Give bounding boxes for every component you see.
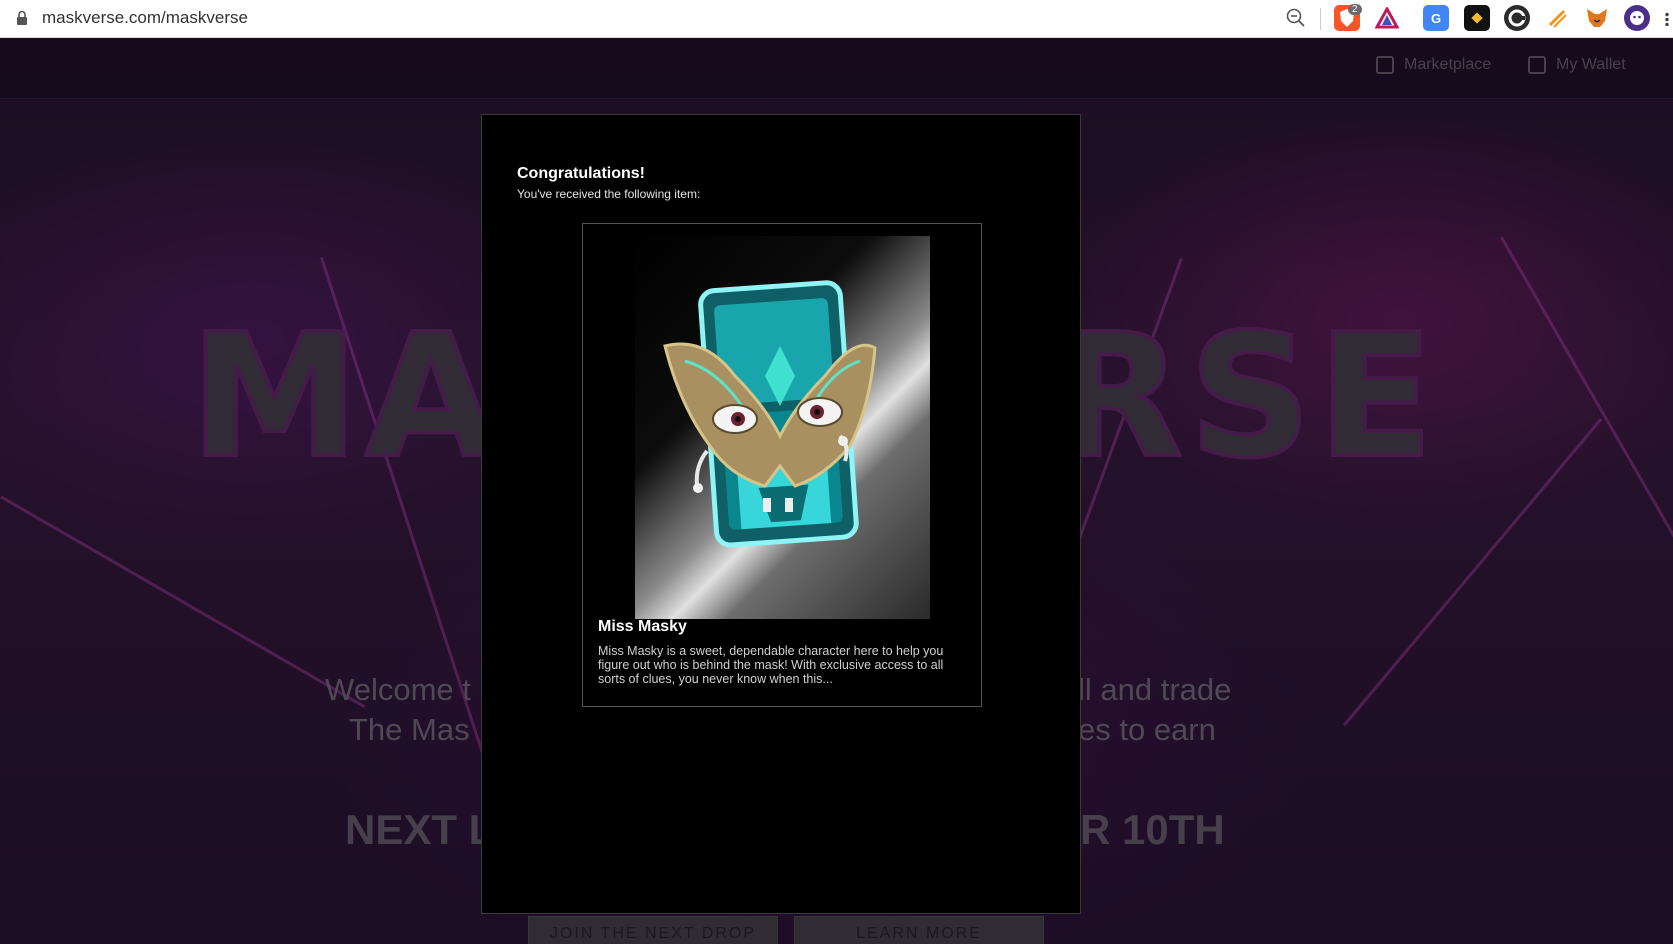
lightning-extension-icon[interactable] — [1544, 5, 1570, 31]
zoom-icon[interactable] — [1284, 6, 1308, 30]
item-card[interactable]: Miss Masky Miss Masky is a sweet, depend… — [582, 223, 982, 707]
translate-icon[interactable]: G — [1423, 5, 1449, 31]
toolbar-separator — [1320, 8, 1321, 30]
binance-icon[interactable] — [1464, 5, 1490, 31]
congratulations-modal: Congratulations! You've received the fol… — [481, 114, 1081, 914]
item-description: Miss Masky is a sweet, dependable charac… — [598, 644, 944, 686]
brave-rewards-icon[interactable] — [1374, 5, 1400, 31]
browser-toolbar: maskverse.com/maskverse 2 G — [0, 0, 1673, 38]
chrome-extension-icon[interactable] — [1504, 5, 1530, 31]
item-image — [635, 236, 930, 619]
item-name: Miss Masky — [598, 618, 687, 635]
avatar-extension-icon[interactable] — [1624, 5, 1650, 31]
lock-icon — [17, 10, 27, 25]
shield-count-badge: 2 — [1348, 4, 1362, 15]
metamask-fox-icon[interactable] — [1584, 5, 1610, 31]
modal-title: Congratulations! — [517, 165, 645, 182]
browser-menu-icon[interactable] — [1665, 12, 1669, 26]
modal-subtitle: You've received the following item: — [517, 187, 701, 201]
address-bar-url[interactable]: maskverse.com/maskverse — [42, 8, 248, 28]
miss-masky-illustration — [663, 280, 877, 548]
